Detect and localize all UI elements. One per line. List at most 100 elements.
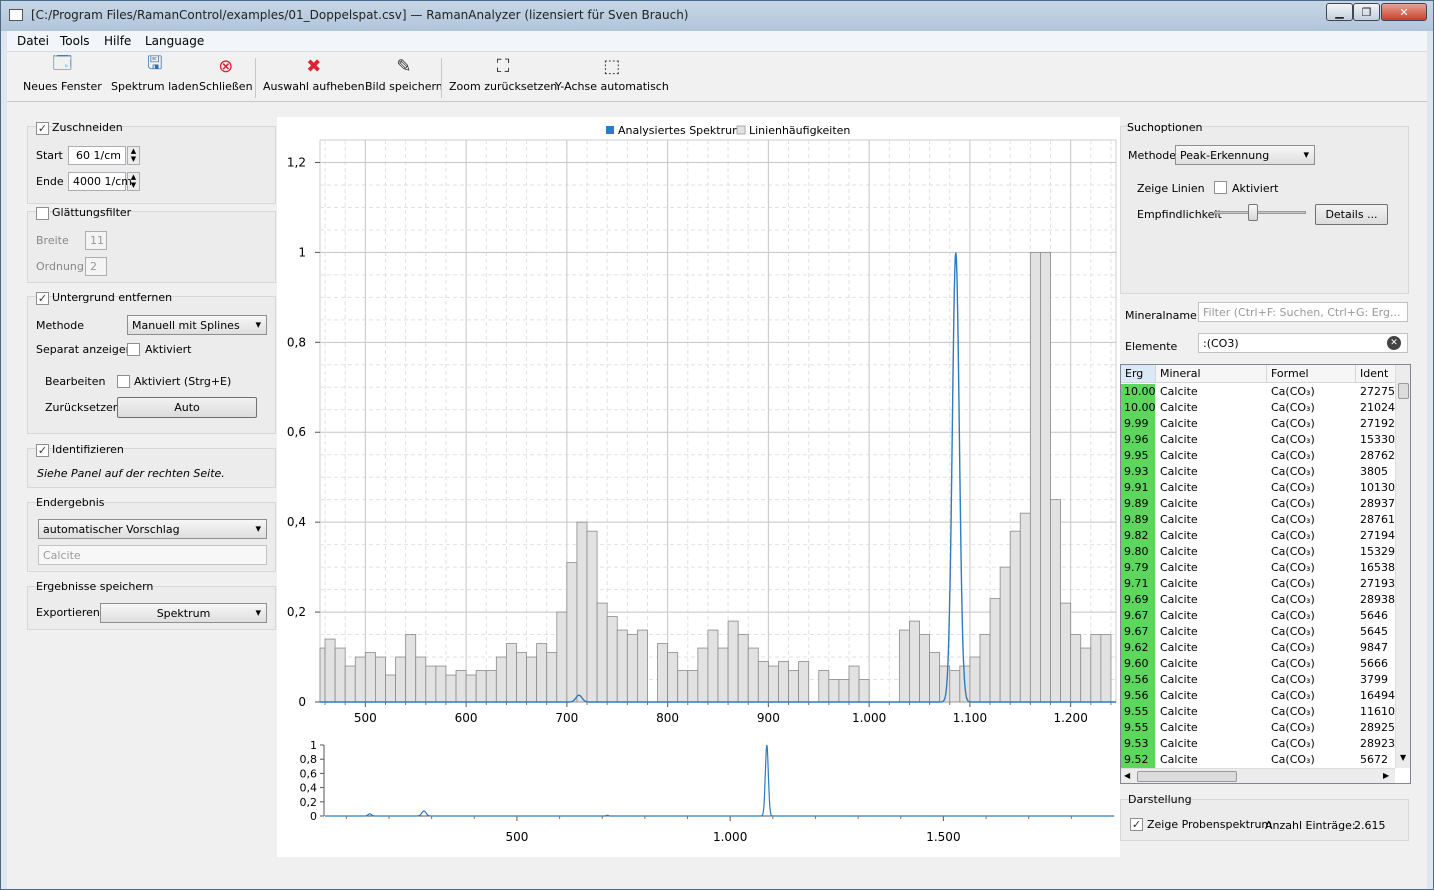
menu-language[interactable]: Language bbox=[145, 34, 204, 48]
table-row[interactable]: 9.71 Calcite Ca(CO₃) 27193 bbox=[1121, 576, 1395, 592]
deselect-button[interactable]: ✖ Auswahl aufheben bbox=[263, 54, 365, 100]
save-image-button[interactable]: ✎ Bild speichern bbox=[365, 54, 443, 100]
end-spin-arrows[interactable]: ▲ ▼ bbox=[127, 172, 140, 191]
deselect-icon: ✖ bbox=[306, 55, 322, 77]
horizontal-scrollbar[interactable]: ◀ ▶ bbox=[1121, 768, 1395, 783]
table-row[interactable]: 9.55 Calcite Ca(CO₃) 11610 bbox=[1121, 704, 1395, 720]
start-spinbox[interactable]: 60 1/cm bbox=[68, 146, 126, 165]
column-erg[interactable]: Erg bbox=[1121, 365, 1156, 383]
histogram-bar bbox=[546, 652, 558, 703]
scroll-right-icon[interactable]: ▶ bbox=[1383, 771, 1389, 780]
crop-checkbox[interactable]: ✓ bbox=[36, 122, 49, 135]
details-button[interactable]: Details ... bbox=[1315, 204, 1388, 225]
width-spinbox[interactable]: 11 bbox=[85, 231, 107, 250]
cell-mineral: Calcite bbox=[1160, 673, 1198, 686]
toolbar: 🗔 Neues Fenster 🖫 Spektrum laden ⊗ Schließe… bbox=[7, 52, 1427, 102]
horizontal-scroll-thumb[interactable] bbox=[1137, 771, 1237, 782]
separate-checkbox[interactable] bbox=[127, 343, 140, 356]
histogram-bar bbox=[1040, 251, 1051, 703]
cell-ident: 27194 bbox=[1360, 529, 1395, 542]
mineral-filter-input[interactable]: Filter (Ctrl+F: Suchen, Ctrl+G: Erg... bbox=[1198, 302, 1408, 322]
table-row[interactable]: 9.80 Calcite Ca(CO₃) 15329 bbox=[1121, 544, 1395, 560]
table-row[interactable]: 9.60 Calcite Ca(CO₃) 5666 bbox=[1121, 656, 1395, 672]
table-row[interactable]: 9.99 Calcite Ca(CO₃) 27192 bbox=[1121, 416, 1395, 432]
show-sample-checkbox[interactable]: ✓ bbox=[1130, 818, 1143, 831]
table-row[interactable]: 9.82 Calcite Ca(CO₃) 27194 bbox=[1121, 528, 1395, 544]
result-combo[interactable]: automatischer Vorschlag bbox=[38, 519, 267, 539]
menu-tools[interactable]: Tools bbox=[60, 34, 90, 48]
menu-datei[interactable]: Datei bbox=[17, 34, 49, 48]
sensitivity-slider-handle[interactable] bbox=[1247, 204, 1258, 221]
maximize-button[interactable]: ❐ bbox=[1353, 3, 1380, 21]
elements-input[interactable]: :(CO3) bbox=[1198, 333, 1408, 353]
show-lines-checkbox[interactable] bbox=[1214, 181, 1227, 194]
table-row[interactable]: 9.93 Calcite Ca(CO₃) 3805 bbox=[1121, 464, 1395, 480]
close-window-button[interactable]: ✕ bbox=[1381, 3, 1427, 21]
search-method-combo[interactable]: Peak-Erkennung bbox=[1175, 145, 1315, 165]
table-row[interactable]: 9.55 Calcite Ca(CO₃) 28925 bbox=[1121, 720, 1395, 736]
x-tick-label: 1.000 bbox=[852, 711, 886, 725]
cell-erg: 9.69 bbox=[1121, 592, 1155, 608]
table-row[interactable]: 9.56 Calcite Ca(CO₃) 3799 bbox=[1121, 672, 1395, 688]
histogram-bar bbox=[818, 670, 830, 703]
scroll-down-icon[interactable]: ▼ bbox=[1400, 753, 1406, 762]
table-row[interactable]: 9.67 Calcite Ca(CO₃) 5646 bbox=[1121, 608, 1395, 624]
cell-formel: Ca(CO₃) bbox=[1271, 689, 1315, 702]
load-spectrum-button[interactable]: 🖫 Spektrum laden bbox=[111, 53, 199, 100]
histogram-bar bbox=[989, 598, 1001, 703]
overview-x-tick-label: 500 bbox=[505, 830, 528, 844]
show-lines-label: Zeige Linien bbox=[1137, 182, 1205, 195]
cell-ident: 5646 bbox=[1360, 609, 1388, 622]
cell-erg: 9.55 bbox=[1121, 704, 1155, 720]
clear-icon[interactable]: ✕ bbox=[1387, 336, 1401, 350]
result-field[interactable]: Calcite bbox=[38, 545, 267, 565]
table-row[interactable]: 10.00 Calcite Ca(CO₃) 27275 bbox=[1121, 384, 1395, 400]
table-row[interactable]: 9.67 Calcite Ca(CO₃) 5645 bbox=[1121, 624, 1395, 640]
cell-erg: 9.99 bbox=[1121, 416, 1155, 432]
table-row[interactable]: 9.89 Calcite Ca(CO₃) 28761 bbox=[1121, 512, 1395, 528]
method-combo[interactable]: Manuell mit Splines bbox=[127, 315, 267, 335]
sensitivity-slider[interactable] bbox=[1214, 211, 1306, 214]
table-row[interactable]: 9.53 Calcite Ca(CO₃) 28923 bbox=[1121, 736, 1395, 752]
table-row[interactable]: 9.95 Calcite Ca(CO₃) 28762 bbox=[1121, 448, 1395, 464]
table-row[interactable]: 9.62 Calcite Ca(CO₃) 9847 bbox=[1121, 640, 1395, 656]
auto-button[interactable]: Auto bbox=[117, 397, 257, 418]
histogram-bar bbox=[1050, 499, 1061, 703]
cell-formel: Ca(CO₃) bbox=[1271, 657, 1315, 670]
y-auto-button[interactable]: ⬚ Y-Achse automatisch bbox=[555, 54, 669, 100]
table-row[interactable]: 9.89 Calcite Ca(CO₃) 28937 bbox=[1121, 496, 1395, 512]
table-row[interactable]: 9.56 Calcite Ca(CO₃) 16494 bbox=[1121, 688, 1395, 704]
edit-checkbox[interactable] bbox=[117, 375, 130, 388]
table-row[interactable]: 9.96 Calcite Ca(CO₃) 15330 bbox=[1121, 432, 1395, 448]
cell-erg: 9.79 bbox=[1121, 560, 1155, 576]
table-row[interactable]: 9.69 Calcite Ca(CO₃) 28938 bbox=[1121, 592, 1395, 608]
overview-chart[interactable]: 00,20,4 0,60,81 500 1.000 1.500 bbox=[277, 737, 1120, 857]
table-row[interactable]: 9.91 Calcite Ca(CO₃) 10130 bbox=[1121, 480, 1395, 496]
table-row[interactable]: 9.79 Calcite Ca(CO₃) 16538 bbox=[1121, 560, 1395, 576]
close-doc-button[interactable]: ⊗ Schließen bbox=[199, 54, 253, 100]
scroll-left-icon[interactable]: ◀ bbox=[1124, 771, 1130, 780]
cell-formel: Ca(CO₃) bbox=[1271, 417, 1315, 430]
minimize-button[interactable]: ▁ bbox=[1326, 3, 1353, 21]
column-mineral[interactable]: Mineral bbox=[1156, 365, 1267, 383]
histogram-bar bbox=[737, 634, 749, 703]
menu-hilfe[interactable]: Hilfe bbox=[104, 34, 131, 48]
column-formel[interactable]: Formel bbox=[1267, 365, 1356, 383]
background-checkbox[interactable]: ✓ bbox=[36, 292, 49, 305]
start-spin-arrows[interactable]: ▲ ▼ bbox=[127, 146, 140, 165]
end-spinbox[interactable]: 4000 1/cm bbox=[68, 172, 132, 191]
identify-checkbox[interactable]: ✓ bbox=[36, 444, 49, 457]
new-window-button[interactable]: 🗔 Neues Fenster bbox=[23, 53, 102, 100]
vertical-scroll-thumb[interactable] bbox=[1398, 383, 1409, 399]
table-row[interactable]: 10.00 Calcite Ca(CO₃) 21024 bbox=[1121, 400, 1395, 416]
cell-erg: 9.89 bbox=[1121, 512, 1155, 528]
zoom-reset-button[interactable]: ⛶ Zoom zurücksetzen bbox=[449, 54, 557, 100]
cell-ident: 28762 bbox=[1360, 449, 1395, 462]
vertical-scrollbar[interactable]: ▼ bbox=[1395, 365, 1410, 768]
main-chart[interactable]: 500 600 700 800 900 1.000 1.100 1.200 0 0,2 0,4 0,6… bbox=[277, 117, 1120, 737]
order-spinbox[interactable]: 2 bbox=[85, 257, 107, 276]
column-ident[interactable]: Ident bbox=[1356, 365, 1396, 383]
export-combo[interactable]: Spektrum bbox=[100, 603, 267, 623]
smooth-checkbox[interactable] bbox=[36, 207, 49, 220]
table-row[interactable]: 9.52 Calcite Ca(CO₃) 5672 bbox=[1121, 752, 1395, 768]
